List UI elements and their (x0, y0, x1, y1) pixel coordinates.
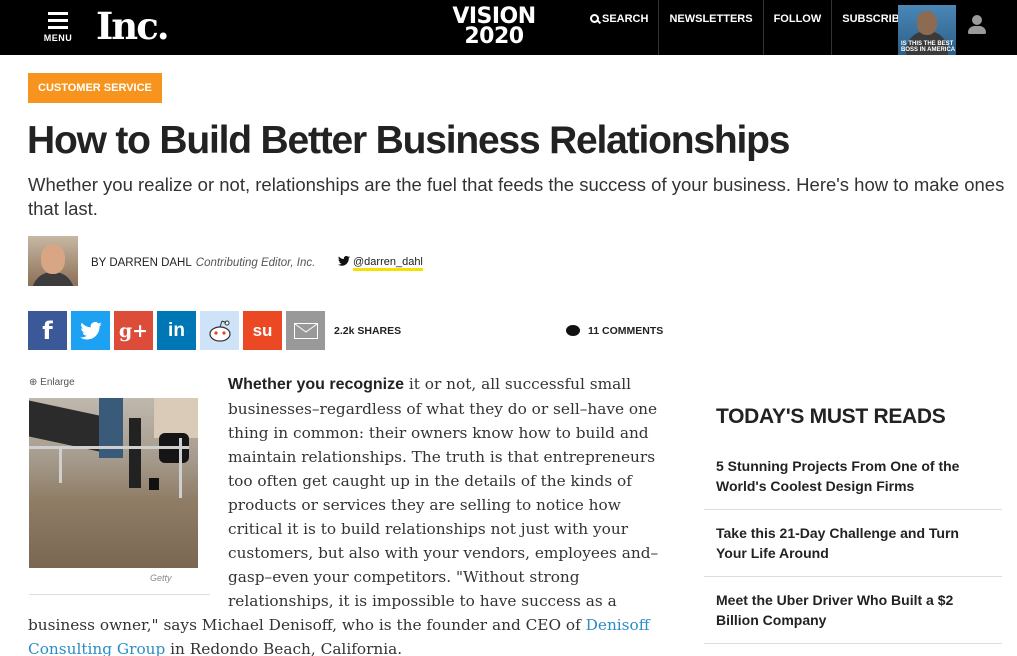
twitter-icon (79, 321, 102, 339)
category-tag[interactable]: CUSTOMER SERVICE (28, 73, 162, 103)
sidebar-divider (704, 576, 1002, 577)
comments-count: 11 COMMENTS (588, 325, 664, 337)
email-share-button[interactable] (286, 311, 325, 350)
follow-nav-link[interactable]: FOLLOW (764, 0, 833, 55)
email-icon (293, 322, 318, 339)
magazine-cover-thumbnail[interactable]: IS THIS THE BEST BOSS IN AMERICA (898, 5, 956, 55)
must-read-item[interactable]: Meet the Uber Driver Who Built a $2 Bill… (704, 590, 1002, 630)
search-nav-button[interactable]: SEARCH (580, 0, 660, 55)
google-plus-share-button[interactable]: g+ (114, 311, 153, 350)
lead-in: Whether you recognize (228, 376, 405, 393)
comments-link[interactable]: 11 COMMENTS (566, 325, 663, 337)
stumbleupon-icon: su (252, 320, 273, 340)
body-text-part2: in Redondo Beach, California. (165, 640, 403, 656)
author-avatar[interactable] (28, 236, 78, 286)
inc-logo[interactable]: Inc. (96, 4, 170, 48)
facebook-share-button[interactable]: f (28, 311, 67, 350)
hamburger-icon (43, 12, 73, 29)
facebook-icon: f (42, 316, 53, 345)
share-count: 2.2k SHARES (334, 325, 402, 337)
share-bar: f g+ in su (28, 311, 329, 350)
author-twitter-link[interactable]: @darren_dahl (338, 256, 423, 271)
newsletters-nav-link[interactable]: NEWSLETTERS (659, 0, 764, 55)
vision-2020-logo[interactable]: VISION 2020 (449, 6, 539, 49)
header-nav: SEARCH NEWSLETTERS FOLLOW SUBSCRIBE (580, 0, 917, 55)
author-role: Contributing Editor, Inc. (195, 257, 316, 269)
reddit-share-button[interactable] (200, 311, 239, 350)
twitter-handle: @darren_dahl (353, 256, 423, 271)
article-title: How to Build Better Business Relationshi… (27, 119, 790, 162)
twitter-share-button[interactable] (71, 311, 110, 350)
article-subtitle: Whether you realize or not, relationship… (28, 174, 1005, 219)
author-byline: BY DARREN DAHL Contributing Editor, Inc. (91, 257, 315, 269)
menu-button[interactable]: MENU (43, 12, 73, 43)
twitter-bird-icon (338, 256, 350, 266)
author-name[interactable]: BY DARREN DAHL (91, 257, 192, 269)
cover-text: IS THIS THE BEST BOSS IN AMERICA (901, 41, 956, 53)
article-body: Whether you recognize it or not, all suc… (28, 372, 678, 656)
stumbleupon-share-button[interactable]: su (243, 311, 282, 350)
user-account-icon[interactable] (968, 15, 986, 35)
top-navigation-bar: MENU Inc. VISION 2020 SEARCH NEWSLETTERS… (0, 0, 1017, 55)
linkedin-icon: in (168, 319, 185, 341)
comment-bubble-icon (566, 325, 580, 336)
reddit-icon (208, 320, 231, 342)
vision-line2: 2020 (464, 24, 524, 49)
linkedin-share-button[interactable]: in (157, 311, 196, 350)
search-icon (590, 14, 599, 23)
must-read-item[interactable]: Take this 21-Day Challenge and Turn Your… (704, 523, 1002, 563)
must-reads-heading: TODAY'S MUST READS (716, 405, 946, 428)
must-read-item[interactable]: 5 Stunning Projects From One of the Worl… (704, 456, 1002, 496)
sidebar-divider (704, 509, 1002, 510)
search-nav-label: SEARCH (602, 13, 649, 25)
sidebar-divider (704, 643, 1002, 644)
google-plus-icon: g+ (118, 319, 149, 342)
menu-label: MENU (43, 33, 73, 43)
